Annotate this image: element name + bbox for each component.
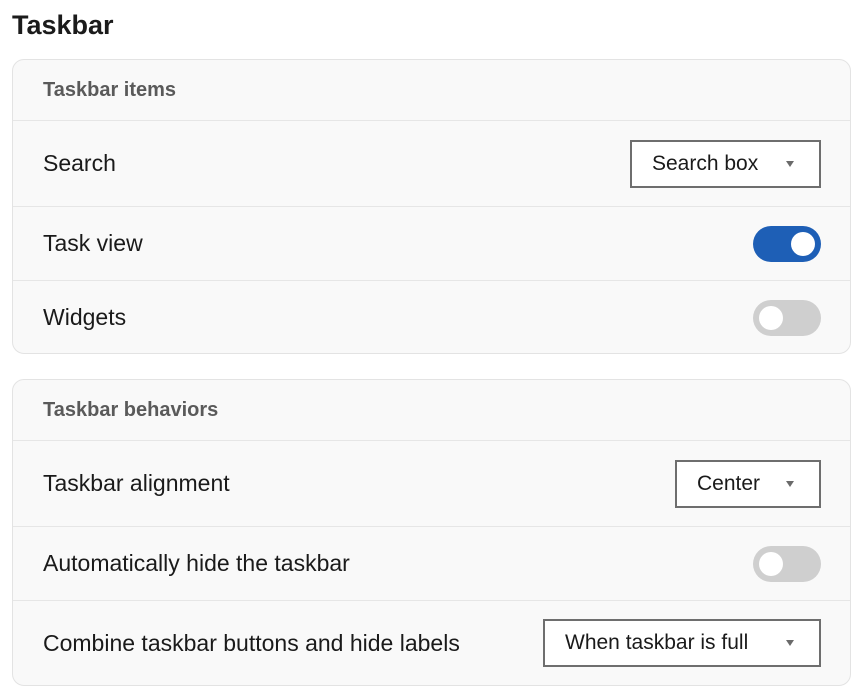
chevron-down-icon [786, 640, 794, 646]
task-view-row: Task view [13, 207, 850, 281]
auto-hide-label: Automatically hide the taskbar [43, 550, 350, 576]
section-header-taskbar-items: Taskbar items [13, 60, 850, 121]
chevron-down-icon [786, 480, 794, 487]
widgets-toggle[interactable] [753, 299, 821, 336]
alignment-label: Taskbar alignment [43, 470, 230, 496]
section-header-taskbar-behaviors: Taskbar behaviors [13, 380, 850, 441]
task-view-label: Task view [43, 230, 143, 256]
toggle-knob [759, 551, 783, 576]
chevron-down-icon [786, 160, 794, 167]
alignment-dropdown-value: Center [697, 471, 761, 495]
taskbar-behaviors-card: Taskbar behaviors Taskbar alignment Cent… [12, 379, 851, 686]
search-dropdown-value: Search box [652, 151, 759, 175]
search-dropdown[interactable]: Search box [630, 139, 821, 188]
combine-dropdown-value: When taskbar is full [565, 631, 749, 654]
alignment-dropdown[interactable]: Center [675, 459, 821, 508]
widgets-label: Widgets [43, 304, 127, 330]
page-title: Taskbar [12, 10, 114, 40]
combine-dropdown[interactable]: When taskbar is full [543, 619, 821, 667]
widgets-row: Widgets [13, 281, 850, 353]
auto-hide-row: Automatically hide the taskbar [13, 527, 850, 601]
alignment-row: Taskbar alignment Center [13, 441, 850, 527]
search-row: Search Search box [13, 121, 850, 207]
toggle-knob [791, 231, 815, 256]
auto-hide-toggle[interactable] [753, 545, 821, 582]
search-label: Search [43, 150, 116, 176]
task-view-toggle[interactable] [753, 225, 821, 262]
taskbar-items-card: Taskbar items Search Search box Task vie… [12, 59, 851, 354]
combine-row: Combine taskbar buttons and hide labels … [13, 601, 850, 685]
toggle-knob [759, 305, 783, 330]
combine-label: Combine taskbar buttons and hide labels [43, 629, 460, 656]
